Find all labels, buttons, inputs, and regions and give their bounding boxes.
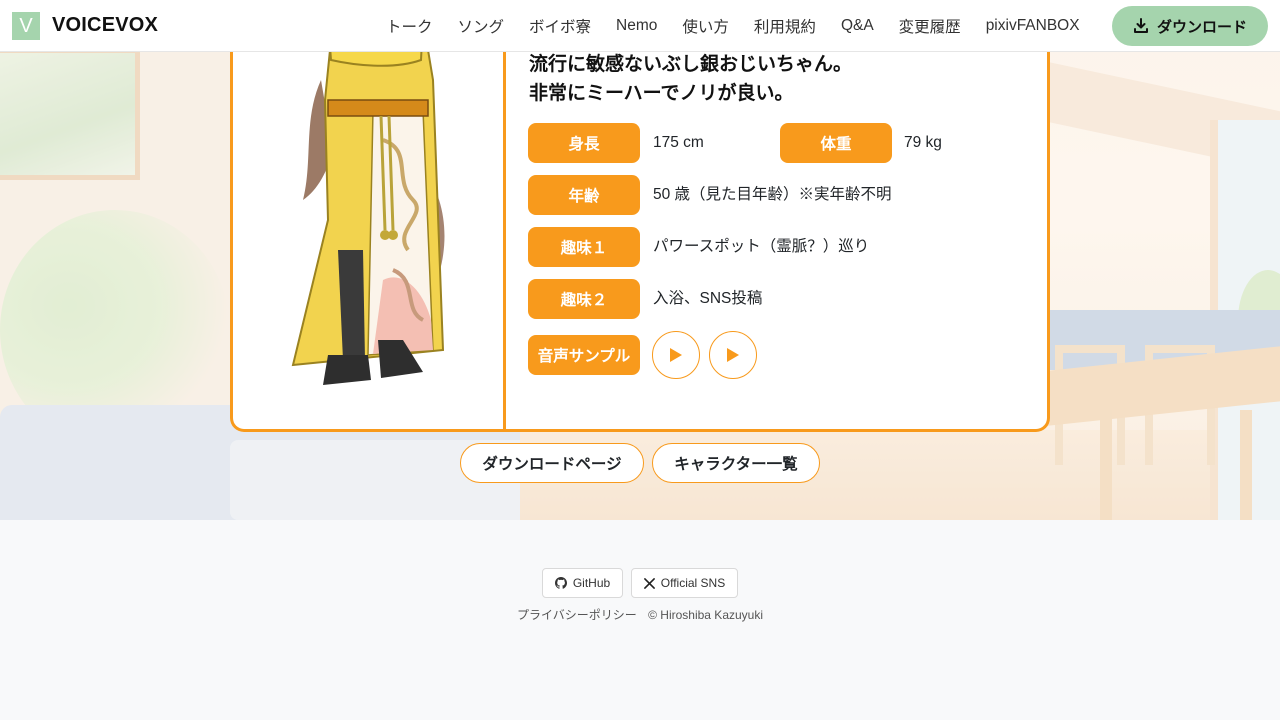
nav-how-to-use[interactable]: 使い方 — [682, 15, 729, 37]
hobby2-label: 趣味２ — [528, 279, 640, 319]
logo-icon: V — [12, 11, 40, 40]
privacy-policy-link[interactable]: プライバシーポリシー — [517, 608, 637, 622]
nav-qa[interactable]: Q&A — [841, 17, 874, 35]
brand-name: VOICEVOX — [52, 14, 159, 36]
github-label: GitHub — [572, 576, 611, 590]
x-icon — [643, 577, 655, 589]
age-label: 年齢 — [528, 175, 640, 215]
nav-song[interactable]: ソング — [458, 15, 505, 37]
height-value: 175 cm — [653, 134, 704, 151]
official-sns-link[interactable]: Official SNS — [631, 568, 738, 598]
play-icon — [727, 348, 739, 362]
download-page-button[interactable]: ダウンロードページ — [460, 443, 644, 483]
weight-value: 79 kg — [904, 134, 942, 151]
character-card: 流行に敏感ないぶし銀おじいちゃん。 非常にミーハーでノリが良い。 身長 175 … — [230, 20, 1050, 432]
height-label: 身長 — [528, 123, 640, 163]
nav-talk[interactable]: トーク — [386, 15, 433, 37]
site-header: V VOICEVOX トーク ソング ボイボ寮 Nemo 使い方 利用規約 Q&… — [0, 0, 1280, 52]
download-label: ダウンロード — [1156, 18, 1247, 36]
hobby1-value: パワースポット（霊脈？）巡り — [653, 238, 870, 255]
nav-dormitory[interactable]: ボイボ寮 — [529, 15, 591, 37]
voice-sample-label: 音声サンプル — [528, 335, 640, 375]
play-sample-button-2[interactable] — [709, 331, 757, 379]
hobby2-value: 入浴、SNS投稿 — [653, 290, 763, 307]
sns-label: Official SNS — [660, 576, 726, 590]
play-icon — [670, 348, 682, 362]
character-list-button[interactable]: キャラクター一覧 — [652, 443, 820, 483]
description-line-2: 非常にミーハーでノリが良い。 — [529, 83, 794, 104]
download-icon — [1133, 18, 1148, 33]
character-description: 流行に敏感ないぶし銀おじいちゃん。 非常にミーハーでノリが良い。 — [529, 50, 852, 108]
home-logo-link[interactable]: V VOICEVOX — [12, 11, 159, 40]
hobby1-label: 趣味１ — [528, 227, 640, 267]
copyright: © Hiroshiba Kazuyuki — [648, 608, 763, 622]
description-line-1: 流行に敏感ないぶし銀おじいちゃん。 — [529, 54, 853, 75]
character-portrait — [291, 20, 445, 385]
github-icon — [554, 577, 567, 589]
nav-terms[interactable]: 利用規約 — [754, 15, 816, 37]
nav-fanbox[interactable]: pixivFANBOX — [986, 17, 1080, 35]
footer-legal: プライバシーポリシー © Hiroshiba Kazuyuki — [0, 606, 1280, 623]
main-nav: トーク ソング ボイボ寮 Nemo 使い方 利用規約 Q&A 変更履歴 pixi… — [386, 0, 1105, 52]
play-sample-button-1[interactable] — [652, 331, 700, 379]
github-link[interactable]: GitHub — [542, 568, 623, 598]
nav-changelog[interactable]: 変更履歴 — [899, 15, 961, 37]
nav-nemo[interactable]: Nemo — [616, 17, 657, 35]
weight-label: 体重 — [780, 123, 892, 163]
header-download-button[interactable]: ダウンロード — [1112, 6, 1268, 46]
age-value: 50 歳（見た目年齢）※実年齢不明 — [653, 186, 892, 203]
